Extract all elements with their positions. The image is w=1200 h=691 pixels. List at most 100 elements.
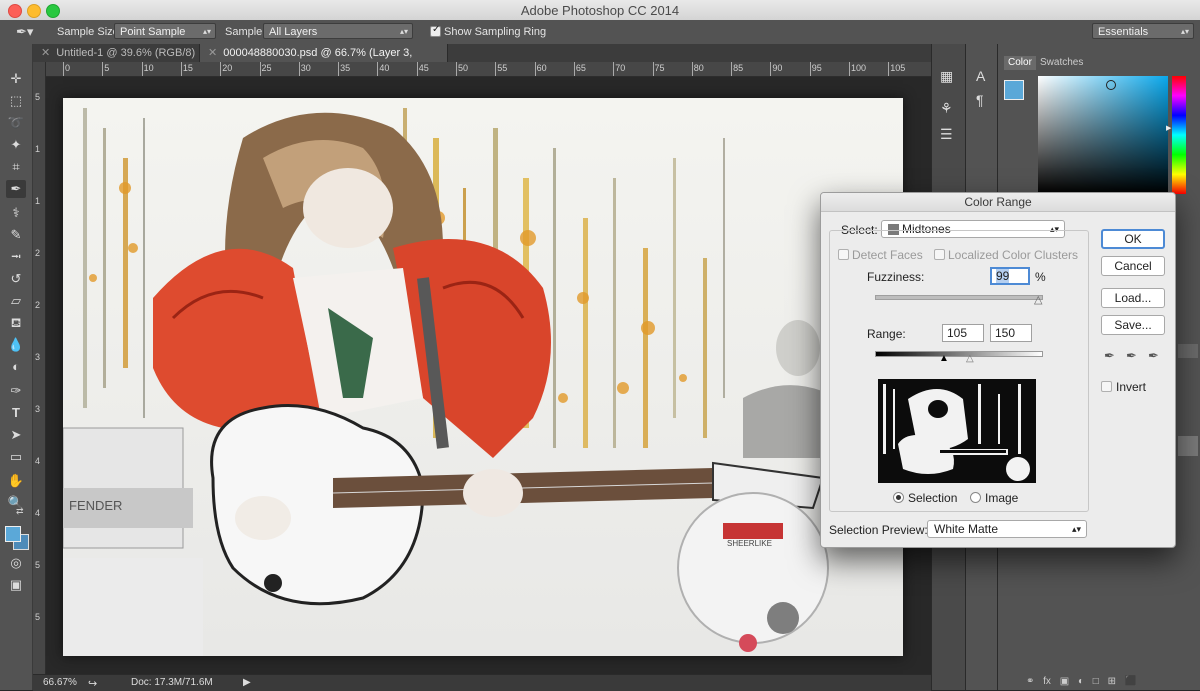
cancel-button[interactable]: Cancel — [1101, 256, 1165, 276]
image-radio[interactable] — [970, 492, 981, 503]
eyedropper-tool-icon[interactable]: ✒ — [6, 180, 26, 198]
ruler-number: 45 — [418, 63, 429, 73]
eyedropper-tool-preset-icon[interactable]: ✒▾ — [16, 23, 48, 41]
brush-tool-icon[interactable]: ✎ — [6, 226, 26, 244]
fuzziness-slider-thumb[interactable]: △ — [1034, 293, 1042, 306]
ruler-number: 2 — [35, 300, 41, 310]
dropdown-arrow-icon: ▴▾ — [202, 27, 211, 36]
eraser-tool-icon[interactable]: ▱ — [6, 292, 26, 310]
save-button[interactable]: Save... — [1101, 315, 1165, 335]
pen-tool-icon[interactable]: ✑ — [6, 382, 26, 400]
swap-colors-icon[interactable]: ⇄ — [16, 506, 24, 517]
sample-dropdown[interactable]: All Layers ▴▾ — [263, 23, 413, 39]
path-selection-tool-icon[interactable]: ➤ — [6, 426, 26, 444]
foreground-color-swatch[interactable] — [5, 526, 21, 542]
ruler-number: 25 — [261, 63, 272, 73]
sample-label: Sample: — [225, 26, 266, 38]
document-image[interactable]: FENDER SHEERLIKE — [63, 98, 903, 656]
dropdown-arrow-icon: ▴▾ — [1180, 27, 1189, 36]
fuzziness-input[interactable]: 99 — [990, 267, 1030, 285]
history-panel-icon[interactable]: ▦ — [940, 68, 953, 85]
sample-value: All Layers — [269, 26, 318, 38]
ruler-tick — [338, 62, 340, 76]
shape-tool-icon[interactable]: ▭ — [6, 448, 26, 466]
localized-color-clusters-checkbox[interactable] — [934, 249, 945, 260]
fuzziness-slider[interactable] — [875, 295, 1043, 300]
range-low-input[interactable]: 105 — [942, 324, 984, 342]
color-range-dialog: Color Range Select: Midtones ▴▾ Detect Fa… — [820, 192, 1176, 548]
ruler-tick — [377, 62, 379, 76]
paint-bucket-tool-icon[interactable]: ⛾ — [6, 314, 26, 332]
panel-foreground-swatch[interactable] — [1004, 80, 1024, 100]
marquee-tool-icon[interactable]: ⬚ — [6, 92, 26, 110]
adjustments-icon[interactable]: ☰ — [940, 126, 953, 143]
sample-size-dropdown[interactable]: Point Sample ▴▾ — [114, 23, 216, 39]
ruler-number: 5 — [35, 560, 41, 570]
load-button[interactable]: Load... — [1101, 288, 1165, 308]
guitarist-photo: FENDER SHEERLIKE — [63, 98, 903, 656]
paragraph-panel-icon[interactable]: ¶ — [976, 92, 984, 108]
color-picker-cursor[interactable] — [1106, 80, 1116, 90]
tab-swatches[interactable]: Swatches — [1036, 56, 1087, 70]
fuzziness-value: 99 — [996, 269, 1010, 283]
crop-tool-icon[interactable]: ⌗ — [6, 158, 26, 176]
range-low-thumb[interactable]: ▲ — [939, 353, 949, 364]
invert-label: Invert — [1116, 380, 1147, 394]
history-brush-tool-icon[interactable]: ↺ — [6, 270, 26, 288]
range-high-thumb[interactable]: △ — [966, 353, 974, 364]
type-tool-icon[interactable]: T — [6, 404, 26, 422]
panel-scroll-thumb[interactable] — [1178, 436, 1198, 456]
quick-mask-icon[interactable]: ◎ — [6, 554, 26, 572]
zoom-level[interactable]: 66.67% — [43, 677, 77, 688]
workspace-dropdown[interactable]: Essentials ▴▾ — [1092, 23, 1194, 39]
range-slider[interactable] — [875, 351, 1043, 357]
color-picker-field[interactable] — [1038, 76, 1168, 194]
close-tab-icon[interactable]: ✕ — [208, 47, 217, 59]
move-tool-icon[interactable]: ✛ — [6, 70, 26, 88]
dodge-tool-icon[interactable]: ◐ — [6, 358, 26, 376]
ruler-tick — [456, 62, 457, 76]
share-icon[interactable]: ↪ — [88, 677, 97, 690]
character-panel-icon[interactable]: A — [976, 68, 985, 84]
selection-preview-image — [878, 379, 1036, 483]
ruler-number: 0 — [65, 63, 71, 73]
ok-button[interactable]: OK — [1101, 229, 1165, 249]
ruler-number: 60 — [536, 63, 547, 73]
subtract-from-sample-eyedropper-icon[interactable]: ✒ — [1148, 348, 1159, 364]
layers-panel-footer-icons[interactable]: ⚭ fx ▣ ◐ □ ⊞ ⬛ — [1026, 676, 1137, 687]
ruler-number: 50 — [458, 63, 469, 73]
ruler-number: 3 — [35, 352, 41, 362]
tab-untitled-1[interactable]: ✕Untitled-1 @ 39.6% (RGB/8) * — [33, 44, 200, 77]
range-high-input[interactable]: 150 — [990, 324, 1032, 342]
options-bar: ✒▾ Sample Size: Point Sample ▴▾ Sample: A… — [0, 20, 1200, 45]
selection-preview-dropdown[interactable]: White Matte ▴▾ — [927, 520, 1087, 538]
screen-mode-icon[interactable]: ▣ — [6, 576, 26, 594]
ruler-tick — [63, 62, 64, 76]
hue-slider-arrow-icon[interactable]: ▶ — [1166, 124, 1171, 132]
hand-tool-icon[interactable]: ✋ — [6, 472, 26, 490]
tab-000048880030[interactable]: ✕000048880030.psd @ 66.7% (Layer 3, RGB/… — [200, 44, 448, 77]
brush-presets-icon[interactable]: ⚘ — [940, 100, 953, 117]
hue-slider[interactable] — [1172, 76, 1186, 194]
ruler-tick — [809, 62, 811, 76]
lasso-tool-icon[interactable]: ➰ — [6, 114, 26, 132]
show-sampling-ring-checkbox[interactable]: ✓ — [430, 24, 441, 37]
detect-faces-checkbox[interactable] — [838, 249, 849, 260]
selection-radio[interactable] — [893, 492, 904, 503]
blur-tool-icon[interactable]: 💧 — [6, 336, 26, 354]
panel-dropdown[interactable] — [1178, 344, 1198, 358]
close-tab-icon[interactable]: ✕ — [41, 47, 50, 59]
ruler-number: 1 — [35, 196, 41, 206]
tab-color[interactable]: Color — [1004, 56, 1036, 70]
sample-size-value: Point Sample — [120, 26, 186, 38]
invert-checkbox[interactable] — [1101, 381, 1112, 392]
status-menu-arrow-icon[interactable]: ▶ — [243, 677, 251, 688]
ruler-tick — [534, 62, 536, 76]
quick-selection-tool-icon[interactable]: ✦ — [6, 136, 26, 154]
ruler-number: 35 — [340, 63, 351, 73]
eyedropper-icon[interactable]: ✒ — [1104, 348, 1115, 364]
add-to-sample-eyedropper-icon[interactable]: ✒ — [1126, 348, 1137, 364]
app-title: Adobe Photoshop CC 2014 — [520, 3, 680, 18]
spot-healing-tool-icon[interactable]: ⚕ — [6, 204, 26, 222]
clone-stamp-tool-icon[interactable]: ⭲ — [6, 248, 26, 266]
